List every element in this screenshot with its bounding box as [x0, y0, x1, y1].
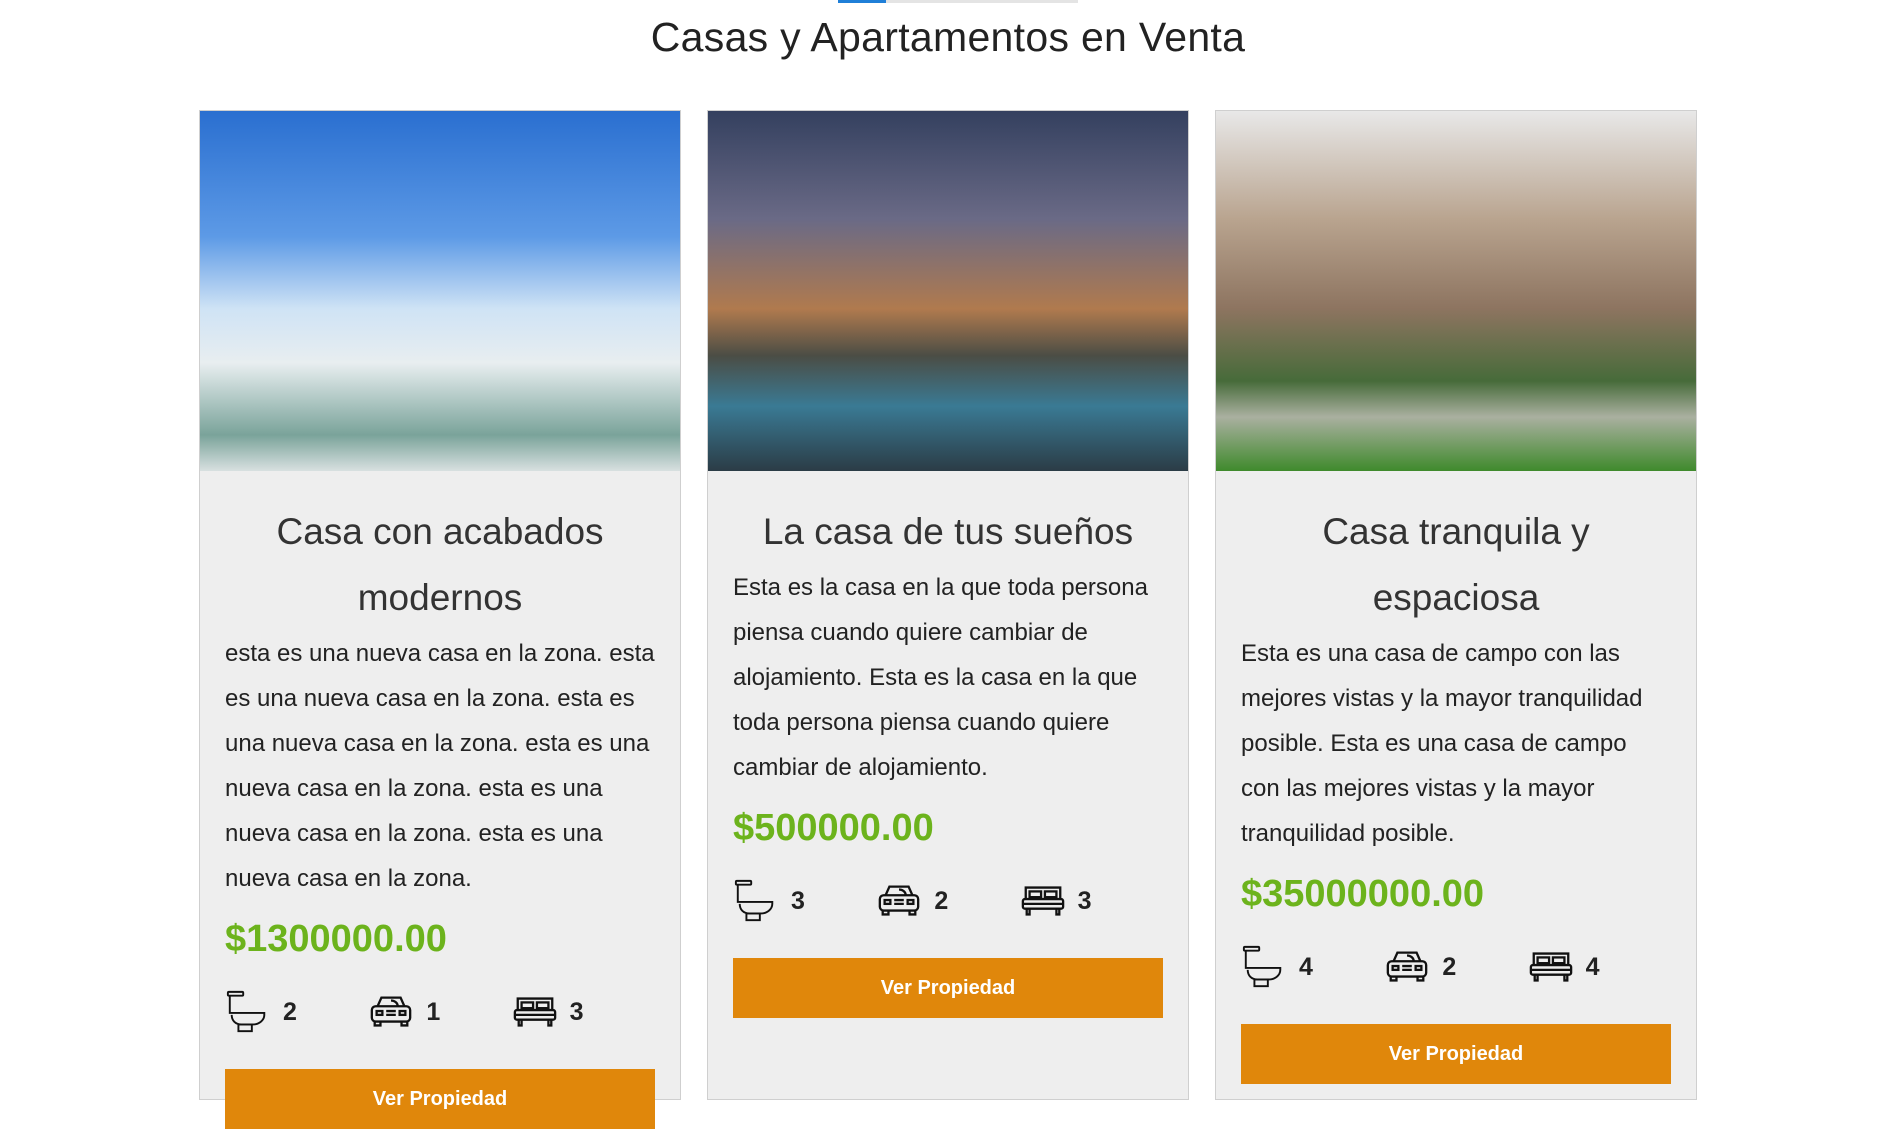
- page-title: Casas y Apartamentos en Venta: [650, 14, 1246, 60]
- property-card: Casa con acabados modernos esta es una n…: [199, 110, 681, 1129]
- view-property-button[interactable]: Ver Propiedad: [733, 958, 1163, 1018]
- view-property-button[interactable]: Ver Propiedad: [225, 1069, 655, 1129]
- section-indicator: [838, 0, 1078, 3]
- bedrooms-feature: 4: [1528, 944, 1671, 990]
- section-indicator-active: [838, 0, 886, 3]
- bed-icon: [1529, 952, 1572, 982]
- bedrooms-feature: 3: [512, 989, 655, 1035]
- property-description: Esta es una casa de campo con las mejore…: [1241, 640, 1643, 847]
- bed-icon: [1021, 886, 1064, 916]
- property-title: Casa con acabados modernos: [276, 511, 604, 618]
- parking-feature: 2: [876, 878, 1019, 924]
- property-card: La casa de tus sueños Esta es la casa en…: [707, 110, 1189, 1100]
- property-image[interactable]: [200, 111, 680, 471]
- car-icon: [371, 996, 412, 1027]
- property-price: $35000000.00: [1241, 873, 1485, 915]
- toilet-icon: [226, 990, 266, 1033]
- bathrooms-count: 2: [283, 997, 297, 1026]
- property-card: Casa tranquila y espaciosa Esta es una c…: [1215, 110, 1697, 1100]
- toilet-icon: [734, 879, 774, 922]
- parking-feature: 2: [1384, 944, 1527, 990]
- property-image[interactable]: [708, 111, 1188, 471]
- bedrooms-feature: 3: [1020, 878, 1163, 924]
- bedrooms-count: 4: [1585, 952, 1600, 981]
- bedrooms-count: 3: [569, 997, 584, 1026]
- car-icon: [879, 885, 920, 916]
- bathrooms-feature: 3: [733, 878, 876, 924]
- bathrooms-feature: 4: [1241, 944, 1384, 990]
- property-title: La casa de tus sueños: [762, 511, 1134, 552]
- parking-feature: 1: [368, 989, 511, 1035]
- property-price: $500000.00: [733, 807, 934, 849]
- bathrooms-count: 3: [791, 886, 805, 915]
- parking-count: 2: [1442, 952, 1457, 981]
- bathrooms-feature: 2: [225, 989, 368, 1035]
- property-description: esta es una nueva casa en la zona. esta …: [225, 640, 655, 892]
- bedrooms-count: 3: [1077, 886, 1092, 915]
- bed-icon: [513, 997, 556, 1027]
- property-price: $1300000.00: [225, 918, 447, 960]
- property-image[interactable]: [1216, 111, 1696, 471]
- property-title: Casa tranquila y espaciosa: [1322, 511, 1590, 618]
- bathrooms-count: 4: [1299, 952, 1313, 981]
- car-icon: [1387, 951, 1428, 982]
- view-property-button[interactable]: Ver Propiedad: [1241, 1024, 1671, 1084]
- property-description: Esta es la casa en la que toda persona p…: [733, 574, 1148, 781]
- toilet-icon: [1242, 945, 1282, 988]
- parking-count: 2: [934, 886, 949, 915]
- parking-count: 1: [426, 997, 441, 1026]
